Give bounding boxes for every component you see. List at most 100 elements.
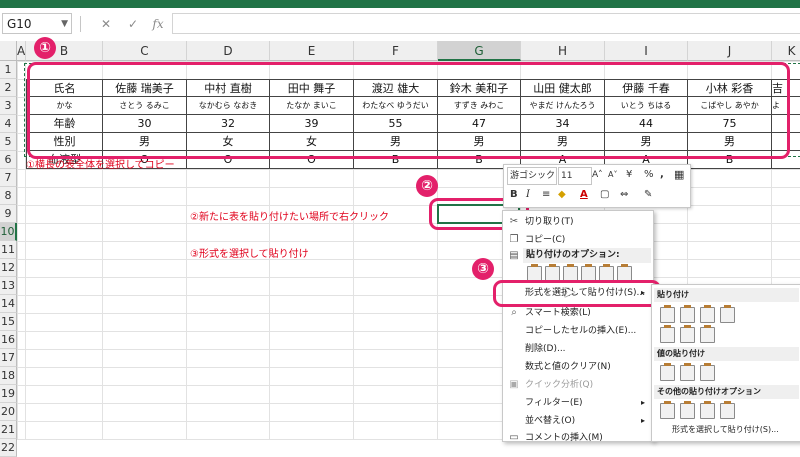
paste-linked-picture-icon[interactable] xyxy=(720,401,735,419)
column-header-h[interactable]: H xyxy=(521,41,605,61)
paste-link-icon[interactable] xyxy=(680,401,695,419)
row-header-16[interactable]: 16 xyxy=(0,331,17,349)
row-header-3[interactable]: 3 xyxy=(0,97,17,115)
menu-item-cut[interactable]: 切り取り(T) xyxy=(525,214,574,230)
row-header-8[interactable]: 8 xyxy=(0,187,17,205)
font-color-icon[interactable]: A xyxy=(580,187,588,203)
divider xyxy=(80,16,81,32)
submenu-values-header: 値の貼り付け xyxy=(654,347,799,361)
format-table-icon[interactable]: ▦ xyxy=(674,167,684,183)
formula-input[interactable] xyxy=(172,13,800,34)
paste-formulas-icon[interactable] xyxy=(680,305,695,323)
highlight-paste-special xyxy=(493,280,661,307)
row-header-11[interactable]: 11 xyxy=(0,241,17,259)
row-header-19[interactable]: 19 xyxy=(0,385,17,403)
comma-icon[interactable]: , xyxy=(660,167,664,183)
column-header-e[interactable]: E xyxy=(270,41,354,61)
step-1-marker: ① xyxy=(34,37,56,59)
submenu-paste-header: 貼り付け xyxy=(654,288,799,302)
column-header-d[interactable]: D xyxy=(187,41,270,61)
column-header-i[interactable]: I xyxy=(605,41,688,61)
chevron-right-icon: ▸ xyxy=(641,398,646,407)
paste-keep-width-icon[interactable] xyxy=(680,325,695,343)
paste-icon: ▤ xyxy=(509,250,519,261)
paste-no-borders-icon[interactable] xyxy=(660,325,675,343)
select-all-button[interactable] xyxy=(0,41,17,61)
format-painter-icon[interactable]: ✎ xyxy=(644,187,652,203)
menu-item-smart-lookup[interactable]: スマート検索(L) xyxy=(525,305,591,321)
row-header-20[interactable]: 20 xyxy=(0,403,17,421)
row-header-17[interactable]: 17 xyxy=(0,349,17,367)
copy-icon: ❐ xyxy=(509,234,519,245)
paste-picture-icon[interactable] xyxy=(700,401,715,419)
row-header-15[interactable]: 15 xyxy=(0,313,17,331)
align-center-icon[interactable]: ≡ xyxy=(542,187,550,203)
step-2-note: ②新たに表を貼り付けたい場所で右クリック xyxy=(190,212,389,223)
chevron-down-icon[interactable]: ▼ xyxy=(61,14,68,35)
fill-color-icon[interactable]: ◆ xyxy=(558,187,566,203)
submenu-other-header: その他の貼り付けオプション xyxy=(654,385,799,399)
row-header-18[interactable]: 18 xyxy=(0,367,17,385)
quick-analysis-icon: ▣ xyxy=(509,379,519,390)
scissors-icon: ✂ xyxy=(509,216,519,227)
chevron-right-icon: ▸ xyxy=(641,416,646,425)
currency-icon[interactable]: ¥ xyxy=(626,167,632,183)
paste-transpose-icon[interactable] xyxy=(700,325,715,343)
paste-values-icon[interactable] xyxy=(660,363,675,381)
menu-item-delete[interactable]: 削除(D)... xyxy=(525,341,566,357)
row-header-6[interactable]: 6 xyxy=(0,151,17,169)
paste-submenu: 貼り付け 値の貼り付け その他の貼り付けオプション 形式を選択して貼り付け(S)… xyxy=(651,284,800,442)
paste-icon[interactable] xyxy=(660,305,675,323)
name-box-value: G10 xyxy=(7,17,32,31)
merge-icon[interactable]: ⇔ xyxy=(620,187,628,203)
paste-keep-source-icon[interactable] xyxy=(720,305,735,323)
decrease-font-icon[interactable]: A˅ xyxy=(608,167,617,183)
comment-icon: ▭ xyxy=(509,432,519,443)
column-header-f[interactable]: F xyxy=(354,41,438,61)
menu-item-sort[interactable]: 並べ替え(O) xyxy=(525,413,575,429)
context-menu: ✂ 切り取り(T) ❐ コピー(C) ▤ 貼り付けのオプション: 形式を選択して… xyxy=(502,210,654,443)
cancel-icon[interactable]: ✕ xyxy=(96,14,116,34)
font-size-select[interactable]: 11 xyxy=(558,167,592,185)
menu-item-clear[interactable]: 数式と値のクリア(N) xyxy=(525,359,611,375)
menu-item-quick-analysis: クイック分析(Q) xyxy=(525,380,594,390)
row-header-2[interactable]: 2 xyxy=(0,79,17,97)
name-box[interactable]: G10 ▼ xyxy=(2,13,72,34)
row-header-22[interactable]: 22 xyxy=(0,439,17,457)
menu-item-filter[interactable]: フィルター(E) xyxy=(525,395,583,411)
row-header-13[interactable]: 13 xyxy=(0,277,17,295)
row-header-21[interactable]: 21 xyxy=(0,421,17,439)
row-header-10[interactable]: 10 xyxy=(0,223,17,241)
row-header-12[interactable]: 12 xyxy=(0,259,17,277)
increase-font-icon[interactable]: A˄ xyxy=(592,167,603,183)
row-header-14[interactable]: 14 xyxy=(0,295,17,313)
column-header-j[interactable]: J xyxy=(688,41,772,61)
submenu-paste-special[interactable]: 形式を選択して貼り付け(S)... xyxy=(672,423,779,437)
menu-item-copy[interactable]: コピー(C) xyxy=(525,232,565,248)
column-header-g[interactable]: G xyxy=(438,41,521,61)
menu-item-insert-copied[interactable]: コピーしたセルの挿入(E)... xyxy=(525,323,636,339)
row-header-9[interactable]: 9 xyxy=(0,205,17,223)
function-icon[interactable]: fx xyxy=(148,14,168,34)
paste-options-header: 貼り付けのオプション: xyxy=(523,248,651,263)
step-3-marker: ③ xyxy=(472,258,494,280)
row-header-5[interactable]: 5 xyxy=(0,133,17,151)
paste-formatting-icon[interactable] xyxy=(660,401,675,419)
menu-item-insert-comment[interactable]: コメントの挿入(M) xyxy=(525,430,603,446)
row-header-1[interactable]: 1 xyxy=(0,61,17,79)
row-header-4[interactable]: 4 xyxy=(0,115,17,133)
percent-icon[interactable]: % xyxy=(644,167,654,183)
column-header-k[interactable]: K xyxy=(772,41,800,61)
font-select[interactable]: 游ゴシック xyxy=(507,167,557,185)
bold-button[interactable]: B xyxy=(510,187,518,203)
borders-icon[interactable]: ▢ xyxy=(600,187,609,203)
column-header-c[interactable]: C xyxy=(103,41,187,61)
step-3-note: ③形式を選択して貼り付け xyxy=(190,249,309,260)
paste-values-number-format-icon[interactable] xyxy=(680,363,695,381)
paste-formulas-format-icon[interactable] xyxy=(700,305,715,323)
column-header-a[interactable]: A xyxy=(17,41,26,61)
paste-values-source-format-icon[interactable] xyxy=(700,363,715,381)
enter-icon[interactable]: ✓ xyxy=(123,14,143,34)
italic-button[interactable]: I xyxy=(526,187,530,203)
row-header-7[interactable]: 7 xyxy=(0,169,17,187)
